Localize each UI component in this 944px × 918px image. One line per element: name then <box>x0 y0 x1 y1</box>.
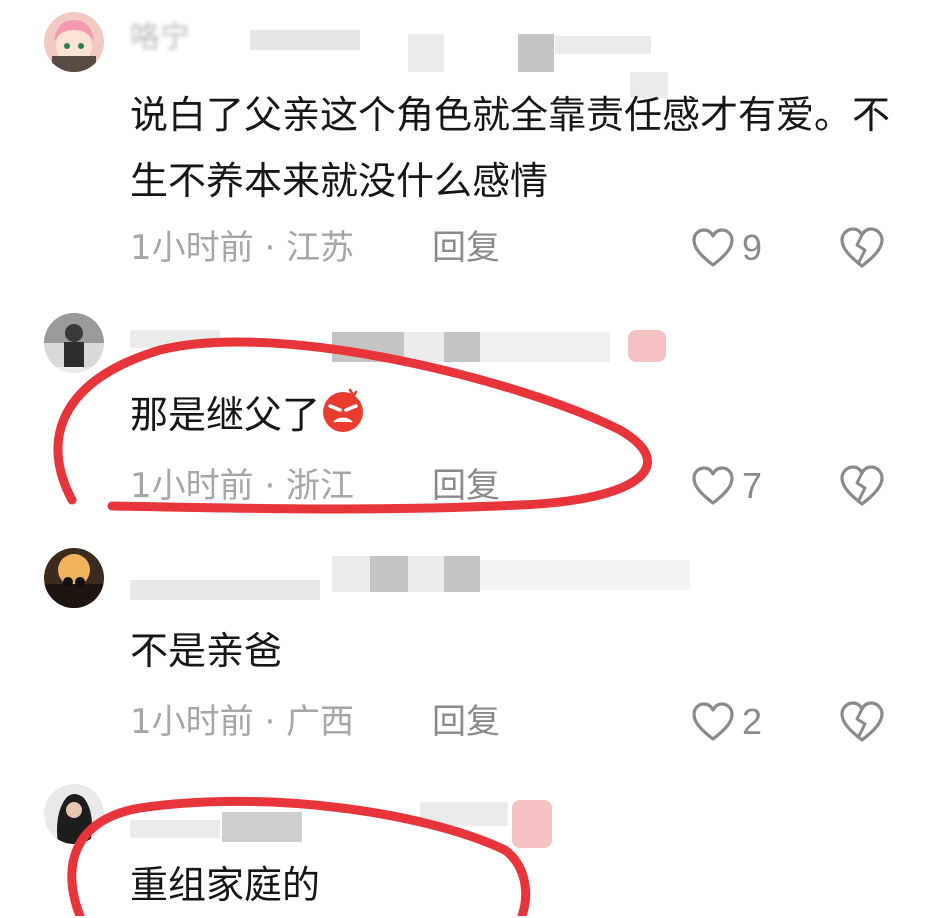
username[interactable]: 咯宁 <box>130 18 190 58</box>
username-mosaic <box>332 556 370 592</box>
username-badge <box>628 330 666 362</box>
like-count: 7 <box>742 465 763 506</box>
username-badge <box>512 800 552 848</box>
username-mosaic <box>250 30 360 50</box>
comment-time-location: 1小时前 · 浙江 <box>130 466 355 506</box>
username-mosaic <box>222 812 302 842</box>
reply-button[interactable]: 回复 <box>432 702 500 742</box>
username-mosaic <box>370 556 408 592</box>
username-mosaic <box>404 332 444 362</box>
avatar[interactable] <box>44 784 104 844</box>
heart-outline-icon <box>692 228 734 267</box>
comment-text: 说白了父亲这个角色就全靠责任感才有爱。不生不养本来就没什么感情 <box>130 93 891 203</box>
broken-heart-icon <box>840 465 884 506</box>
dislike-button[interactable] <box>838 226 886 270</box>
like-button[interactable]: 9 <box>690 226 762 270</box>
comment-text: 重组家庭的 <box>130 863 321 907</box>
like-button[interactable]: 2 <box>690 700 762 744</box>
username-mosaic <box>420 802 508 826</box>
avatar[interactable] <box>44 548 104 608</box>
username-mosaic <box>408 34 444 72</box>
heart-outline-icon <box>692 466 734 505</box>
username-mosaic <box>480 332 610 362</box>
dislike-button[interactable] <box>838 464 886 508</box>
broken-heart-icon <box>840 227 884 268</box>
reply-button[interactable]: 回复 <box>432 228 500 268</box>
comment-time-location: 1小时前 · 江苏 <box>130 228 355 268</box>
angry-face-emoji-icon <box>323 388 364 432</box>
username-mosaic <box>444 332 480 362</box>
username-mosaic <box>444 556 480 592</box>
like-button[interactable]: 7 <box>690 464 762 508</box>
username-mosaic <box>130 580 320 600</box>
comment-text: 那是继父了 <box>130 382 910 448</box>
username-mosaic <box>555 36 651 54</box>
like-count: 9 <box>742 227 763 268</box>
username-mosaic <box>130 820 220 838</box>
username-mosaic <box>130 330 220 348</box>
broken-heart-icon <box>840 701 884 742</box>
comment-time-location: 1小时前 · 广西 <box>130 702 355 742</box>
username-mosaic <box>518 34 554 72</box>
dislike-button[interactable] <box>838 700 886 744</box>
username-mosaic <box>332 332 404 362</box>
comment-text-content: 那是继父了 <box>130 393 321 437</box>
username-mosaic <box>408 556 444 592</box>
avatar[interactable] <box>44 313 104 373</box>
like-count: 2 <box>742 701 763 742</box>
reply-button[interactable]: 回复 <box>432 466 500 506</box>
avatar[interactable] <box>44 12 104 72</box>
username-mosaic <box>480 560 690 590</box>
comment-text: 不是亲爸 <box>130 629 283 673</box>
heart-outline-icon <box>692 702 734 741</box>
